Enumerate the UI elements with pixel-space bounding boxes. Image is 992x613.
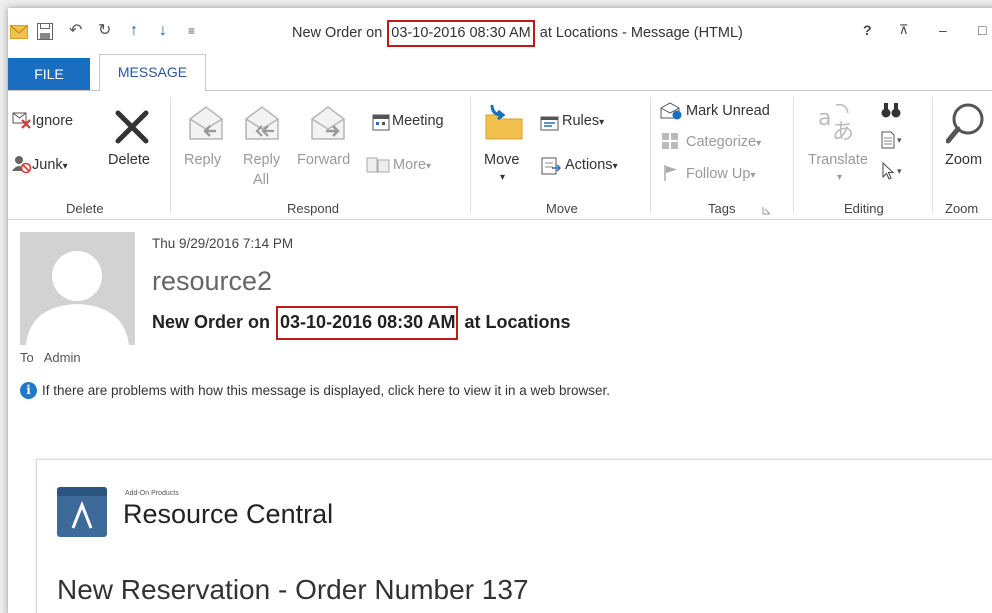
resource-central-logo xyxy=(57,487,107,537)
meeting-button[interactable]: Meeting xyxy=(392,113,444,129)
recipients-row: To Admin xyxy=(20,350,91,365)
forward-icon xyxy=(311,106,345,140)
reply-all-button-line1[interactable]: Reply xyxy=(243,152,280,168)
maximize-button[interactable]: □ xyxy=(978,22,986,38)
reservation-heading: New Reservation - Order Number 137 xyxy=(57,574,529,605)
avatar xyxy=(20,232,135,345)
brand-subtitle: Add-On Products xyxy=(125,490,179,497)
message-date: Thu 9/29/2016 7:14 PM xyxy=(152,236,294,251)
info-bar[interactable]: i If there are problems with how this me… xyxy=(20,382,610,399)
svg-text:a: a xyxy=(818,106,831,131)
message-subject: New Order on 03-10-2016 08:30 AM at Loca… xyxy=(152,306,571,340)
group-label-move: Move xyxy=(546,201,578,216)
down-arrow-icon[interactable]: ↓ xyxy=(159,22,167,40)
rules-button[interactable]: Rules▾ xyxy=(562,113,604,129)
flag-icon xyxy=(664,165,677,181)
group-label-delete: Delete xyxy=(66,201,104,216)
reply-icon xyxy=(189,106,223,140)
mark-unread-icon xyxy=(660,102,682,120)
actions-button[interactable]: Actions▾ xyxy=(565,157,618,173)
to-label: To xyxy=(20,350,34,365)
reply-all-icon xyxy=(245,106,279,140)
group-label-respond: Respond xyxy=(287,201,340,216)
undo-icon[interactable]: ↶ xyxy=(69,22,82,40)
move-folder-icon xyxy=(485,104,523,140)
ribbon-tabs: FILE MESSAGE xyxy=(8,54,992,91)
junk-button[interactable]: Junk▾ xyxy=(32,157,68,173)
more-icon xyxy=(366,157,390,173)
delete-button[interactable]: Delete xyxy=(108,152,150,168)
to-recipient[interactable]: Admin xyxy=(44,350,81,365)
subject-date-highlight: 03-10-2016 08:30 AM xyxy=(276,306,459,340)
find-icon[interactable] xyxy=(880,101,902,119)
mail-icon xyxy=(10,25,28,39)
ribbon: Ignore Junk▾ Delete Delete Reply Reply A… xyxy=(8,90,992,220)
person-icon xyxy=(26,251,129,345)
info-bar-text[interactable]: If there are problems with how this mess… xyxy=(42,383,610,398)
svg-text:▾: ▾ xyxy=(897,136,902,146)
dialog-launcher-icon[interactable] xyxy=(762,206,771,215)
reply-button[interactable]: Reply xyxy=(184,152,221,168)
ignore-button[interactable]: Ignore xyxy=(32,113,73,129)
follow-up-button[interactable]: Follow Up▾ xyxy=(686,166,756,182)
logo-glyph-icon xyxy=(71,500,93,529)
tab-file[interactable]: FILE xyxy=(8,58,90,90)
translate-button[interactable]: Translate xyxy=(808,152,868,168)
redo-icon[interactable]: ↻ xyxy=(98,22,111,40)
title-date-highlight: 03-10-2016 08:30 AM xyxy=(387,20,535,47)
customize-icon[interactable]: ≡ xyxy=(188,22,195,40)
reply-all-button-line2[interactable]: All xyxy=(253,172,269,188)
group-separator xyxy=(650,97,651,213)
ribbon-display-button[interactable]: ⊼ xyxy=(899,22,909,38)
select-cursor-icon[interactable]: ▾ xyxy=(880,162,906,180)
zoom-button[interactable]: Zoom xyxy=(945,152,982,168)
sender-name[interactable]: resource2 xyxy=(152,266,272,297)
categorize-icon xyxy=(662,133,678,149)
help-button[interactable]: ? xyxy=(863,22,872,38)
message-body-card: Add-On Products Resource Central New Res… xyxy=(36,459,992,613)
window-title: New Order on 03-10-2016 08:30 AM at Loca… xyxy=(292,20,743,47)
group-label-tags: Tags xyxy=(708,201,736,216)
more-button[interactable]: More▾ xyxy=(393,157,431,173)
group-label-editing: Editing xyxy=(844,201,884,216)
forward-button[interactable]: Forward xyxy=(297,152,350,168)
translate-dropdown-caret[interactable]: ▾ xyxy=(837,172,842,183)
up-arrow-icon[interactable]: ↑ xyxy=(130,22,138,40)
translate-icon: a あ xyxy=(818,103,854,143)
related-icon[interactable]: ▾ xyxy=(880,131,906,149)
title-bar: ↶ ↻ ↑ ↓ ≡ New Order on 03-10-2016 08:30 … xyxy=(8,8,992,54)
group-separator xyxy=(170,97,171,213)
delete-icon xyxy=(115,110,149,144)
message-window: ↶ ↻ ↑ ↓ ≡ New Order on 03-10-2016 08:30 … xyxy=(8,8,992,613)
move-button[interactable]: Move xyxy=(484,152,519,168)
move-dropdown-caret[interactable]: ▾ xyxy=(500,172,505,183)
categorize-button[interactable]: Categorize▾ xyxy=(686,134,761,150)
subject-prefix: New Order on xyxy=(152,312,276,332)
group-separator xyxy=(932,97,933,213)
group-label-zoom: Zoom xyxy=(945,201,979,216)
group-separator xyxy=(470,97,471,213)
meeting-icon xyxy=(372,114,390,131)
tab-message[interactable]: MESSAGE xyxy=(99,54,206,91)
zoom-icon xyxy=(946,103,984,144)
title-prefix: New Order on xyxy=(292,25,387,41)
mark-unread-button[interactable]: Mark Unread xyxy=(686,103,770,119)
minimize-button[interactable]: – xyxy=(939,22,947,38)
brand-title: Resource Central xyxy=(123,499,334,529)
title-suffix: at Locations - Message (HTML) xyxy=(535,25,743,41)
save-icon[interactable] xyxy=(37,23,53,40)
subject-suffix: at Locations xyxy=(459,312,571,332)
svg-text:あ: あ xyxy=(832,120,854,143)
group-separator xyxy=(793,97,794,213)
svg-text:▾: ▾ xyxy=(897,167,902,177)
actions-icon xyxy=(541,157,562,175)
ignore-icon xyxy=(12,112,31,129)
info-icon: i xyxy=(20,382,37,399)
rules-icon xyxy=(540,116,559,131)
junk-icon xyxy=(12,156,32,173)
